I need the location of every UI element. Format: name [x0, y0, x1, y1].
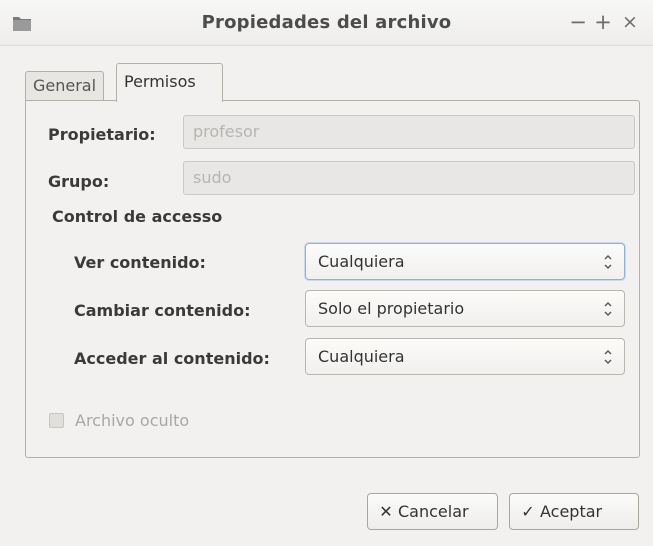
updown-chevron-icon	[604, 350, 612, 364]
group-field: sudo	[183, 161, 635, 195]
updown-chevron-icon	[604, 302, 612, 316]
change-content-label: Cambiar contenido:	[74, 301, 251, 320]
window-title: Propiedades del archivo	[201, 12, 452, 33]
access-content-label: Acceder al contenido:	[74, 349, 270, 368]
minimize-button[interactable]: −	[567, 9, 589, 35]
access-content-select[interactable]: Cualquiera	[305, 338, 625, 375]
title-bar: Propiedades del archivo − + ×	[0, 0, 653, 46]
tab-permisos[interactable]: Permisos	[116, 63, 223, 102]
hidden-file-label: Archivo oculto	[75, 411, 190, 430]
access-control-heading: Control de accesso	[52, 207, 223, 226]
hidden-file-checkbox[interactable]	[49, 413, 64, 428]
cancel-button[interactable]: ✕ Cancelar	[367, 493, 498, 530]
maximize-button[interactable]: +	[592, 9, 614, 35]
owner-label: Propietario:	[48, 125, 156, 144]
view-content-value: Cualquiera	[318, 252, 405, 271]
change-content-select[interactable]: Solo el propietario	[305, 290, 625, 327]
cancel-label: Cancelar	[398, 502, 469, 521]
updown-chevron-icon	[604, 255, 612, 269]
access-content-value: Cualquiera	[318, 347, 405, 366]
change-content-value: Solo el propietario	[318, 299, 465, 318]
close-button[interactable]: ×	[619, 9, 641, 35]
ok-button[interactable]: ✓ Aceptar	[509, 493, 639, 530]
x-icon: ✕	[379, 502, 393, 521]
group-label: Grupo:	[48, 172, 110, 191]
owner-field: profesor	[183, 115, 635, 149]
view-content-select[interactable]: Cualquiera	[305, 243, 625, 280]
view-content-label: Ver contenido:	[74, 253, 206, 272]
tab-general[interactable]: General	[25, 71, 105, 101]
ok-label: Aceptar	[540, 502, 603, 521]
check-icon: ✓	[521, 502, 535, 521]
